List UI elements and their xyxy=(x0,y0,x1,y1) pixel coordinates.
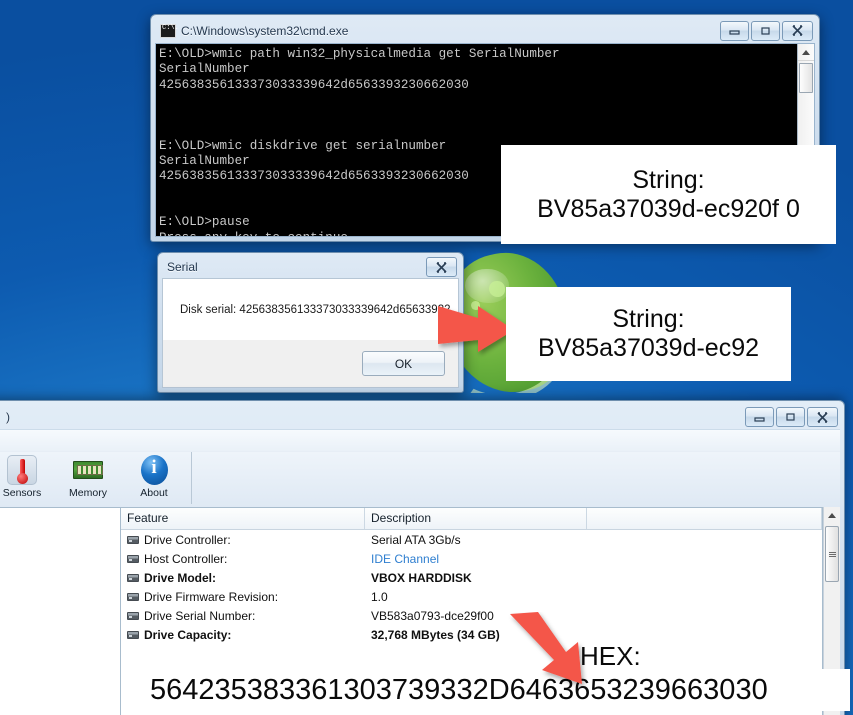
table-row[interactable]: Drive Firmware Revision: 1.0 xyxy=(121,587,822,606)
serial-dialog-title: Serial xyxy=(167,260,198,274)
serial-dialog[interactable]: Serial Disk serial: 42563835613337303333… xyxy=(157,252,464,393)
cmd-window-controls[interactable] xyxy=(720,20,814,41)
column-header-extra[interactable] xyxy=(587,508,822,529)
cmd-scroll-up-icon[interactable] xyxy=(798,44,814,61)
toolbar-sensors-label: Sensors xyxy=(2,487,42,499)
drive-icon xyxy=(127,554,139,563)
info-icon xyxy=(140,455,168,485)
cmd-scroll-thumb[interactable] xyxy=(799,63,813,93)
drive-icon xyxy=(127,535,139,544)
drive-icon xyxy=(127,630,139,639)
row-value: VBOX HARDDISK xyxy=(371,570,472,585)
thermometer-icon xyxy=(7,455,37,485)
table-row[interactable]: Drive Capacity: 32,768 MBytes (34 GB) xyxy=(121,625,822,644)
toolbar-button-memory[interactable]: Memory xyxy=(55,452,121,506)
serial-dialog-content: Disk serial: 425638356133373033339642d65… xyxy=(162,278,459,340)
tree-item-harddisk-selected[interactable]: HARDDISK xyxy=(0,644,120,663)
table-row[interactable]: Drive Controller: Serial ATA 3Gb/s xyxy=(121,530,822,549)
memory-module-icon xyxy=(73,461,103,479)
callout-1-line-2: BV85a37039d-ec920f 0 xyxy=(537,194,800,223)
serial-dialog-controls[interactable] xyxy=(426,257,458,277)
row-value: Serial ATA 3Gb/s xyxy=(371,532,461,547)
cmd-close-button[interactable] xyxy=(782,20,813,41)
cmd-icon xyxy=(160,23,179,38)
hw-close-button[interactable] xyxy=(807,407,838,427)
hw-scroll-up-icon[interactable] xyxy=(824,507,840,524)
row-feature: Drive Model: xyxy=(144,570,217,585)
tree-item-cdrom[interactable]: CD-ROM xyxy=(0,663,120,682)
hw-toolbar[interactable]: Sensors Memory About xyxy=(0,451,840,507)
row-value[interactable]: IDE Channel xyxy=(365,552,587,566)
hw-window-controls[interactable] xyxy=(745,407,839,427)
hw-scroll-thumb[interactable] xyxy=(825,526,839,582)
toolbar-memory-label: Memory xyxy=(69,487,107,499)
column-header-feature[interactable]: Feature xyxy=(121,508,365,529)
row-value: 1.0 xyxy=(371,589,388,604)
red-arrow-to-callout-1 xyxy=(438,306,514,352)
drive-icon xyxy=(127,573,139,582)
tree-item-atapi-drives[interactable]: TAPI Drives xyxy=(0,625,120,644)
table-row[interactable]: Host Controller: IDE Channel xyxy=(121,549,822,568)
serial-dialog-ok-button[interactable]: OK xyxy=(362,351,445,376)
toolbar-button-about[interactable]: About xyxy=(121,452,187,506)
row-feature: Host Controller: xyxy=(144,551,228,566)
toolbar-button-sensors[interactable]: Sensors xyxy=(0,452,55,506)
cmd-titlebar[interactable]: C:\Windows\system32\cmd.exe xyxy=(154,18,816,43)
hw-menubar[interactable]: nitoring Help xyxy=(0,429,840,451)
serial-dialog-close-button[interactable] xyxy=(426,257,457,277)
toolbar-about-label: About xyxy=(140,487,168,499)
hw-window-title: ) xyxy=(6,410,10,424)
hardware-info-window[interactable]: ) nitoring Help Sensors xyxy=(0,400,845,715)
tree-item-other[interactable]: er xyxy=(0,568,120,587)
serial-dialog-footer: OK xyxy=(162,340,459,388)
row-feature: Drive Serial Number: xyxy=(144,608,256,623)
row-feature: Drive Firmware Revision: xyxy=(144,589,279,604)
drive-icon xyxy=(127,611,139,620)
row-feature: Drive Controller: xyxy=(144,532,231,547)
cmd-maximize-button[interactable] xyxy=(751,20,780,41)
cmd-window-title: C:\Windows\system32\cmd.exe xyxy=(181,23,349,38)
hw-list-header[interactable]: Feature Description xyxy=(121,508,822,530)
cmd-minimize-button[interactable] xyxy=(720,20,749,41)
callout-2-line-1: String: xyxy=(612,305,685,333)
desktop-screen: C:\Windows\system32\cmd.exe E:\OLD>wmic … xyxy=(0,0,853,715)
callout-2-line-2: BV85a37039d-ec92 xyxy=(537,334,760,362)
hex-annotation-value: 564235383361303739332D6463653239663030 xyxy=(150,669,850,711)
serial-dialog-titlebar[interactable]: Serial xyxy=(161,256,460,278)
row-feature: Drive Capacity: xyxy=(144,627,232,642)
hw-minimize-button[interactable] xyxy=(745,407,774,427)
callout-string-1: String: BV85a37039d-ec920f 0 xyxy=(501,145,836,244)
table-row[interactable]: Drive Serial Number: VB583a0793-dce29f00 xyxy=(121,606,822,625)
callout-string-2: String: BV85a37039d-ec92 xyxy=(506,287,791,381)
toolbar-separator xyxy=(191,452,192,504)
hw-titlebar[interactable]: ) xyxy=(0,404,841,430)
hw-tree-pane[interactable]: ssor(s) er TAPI Drives HARDDISK CD-ROM xyxy=(0,507,121,715)
hw-maximize-button[interactable] xyxy=(776,407,805,427)
table-row[interactable]: Drive Model: VBOX HARDDISK xyxy=(121,568,822,587)
drive-icon xyxy=(127,592,139,601)
column-header-description[interactable]: Description xyxy=(365,508,587,529)
tree-item-processors[interactable]: ssor(s) xyxy=(0,511,120,530)
red-arrow-to-hex xyxy=(510,612,582,684)
serial-dialog-message: Disk serial: 425638356133373033339642d65… xyxy=(180,303,451,316)
callout-1-line-1: String: xyxy=(632,165,705,194)
